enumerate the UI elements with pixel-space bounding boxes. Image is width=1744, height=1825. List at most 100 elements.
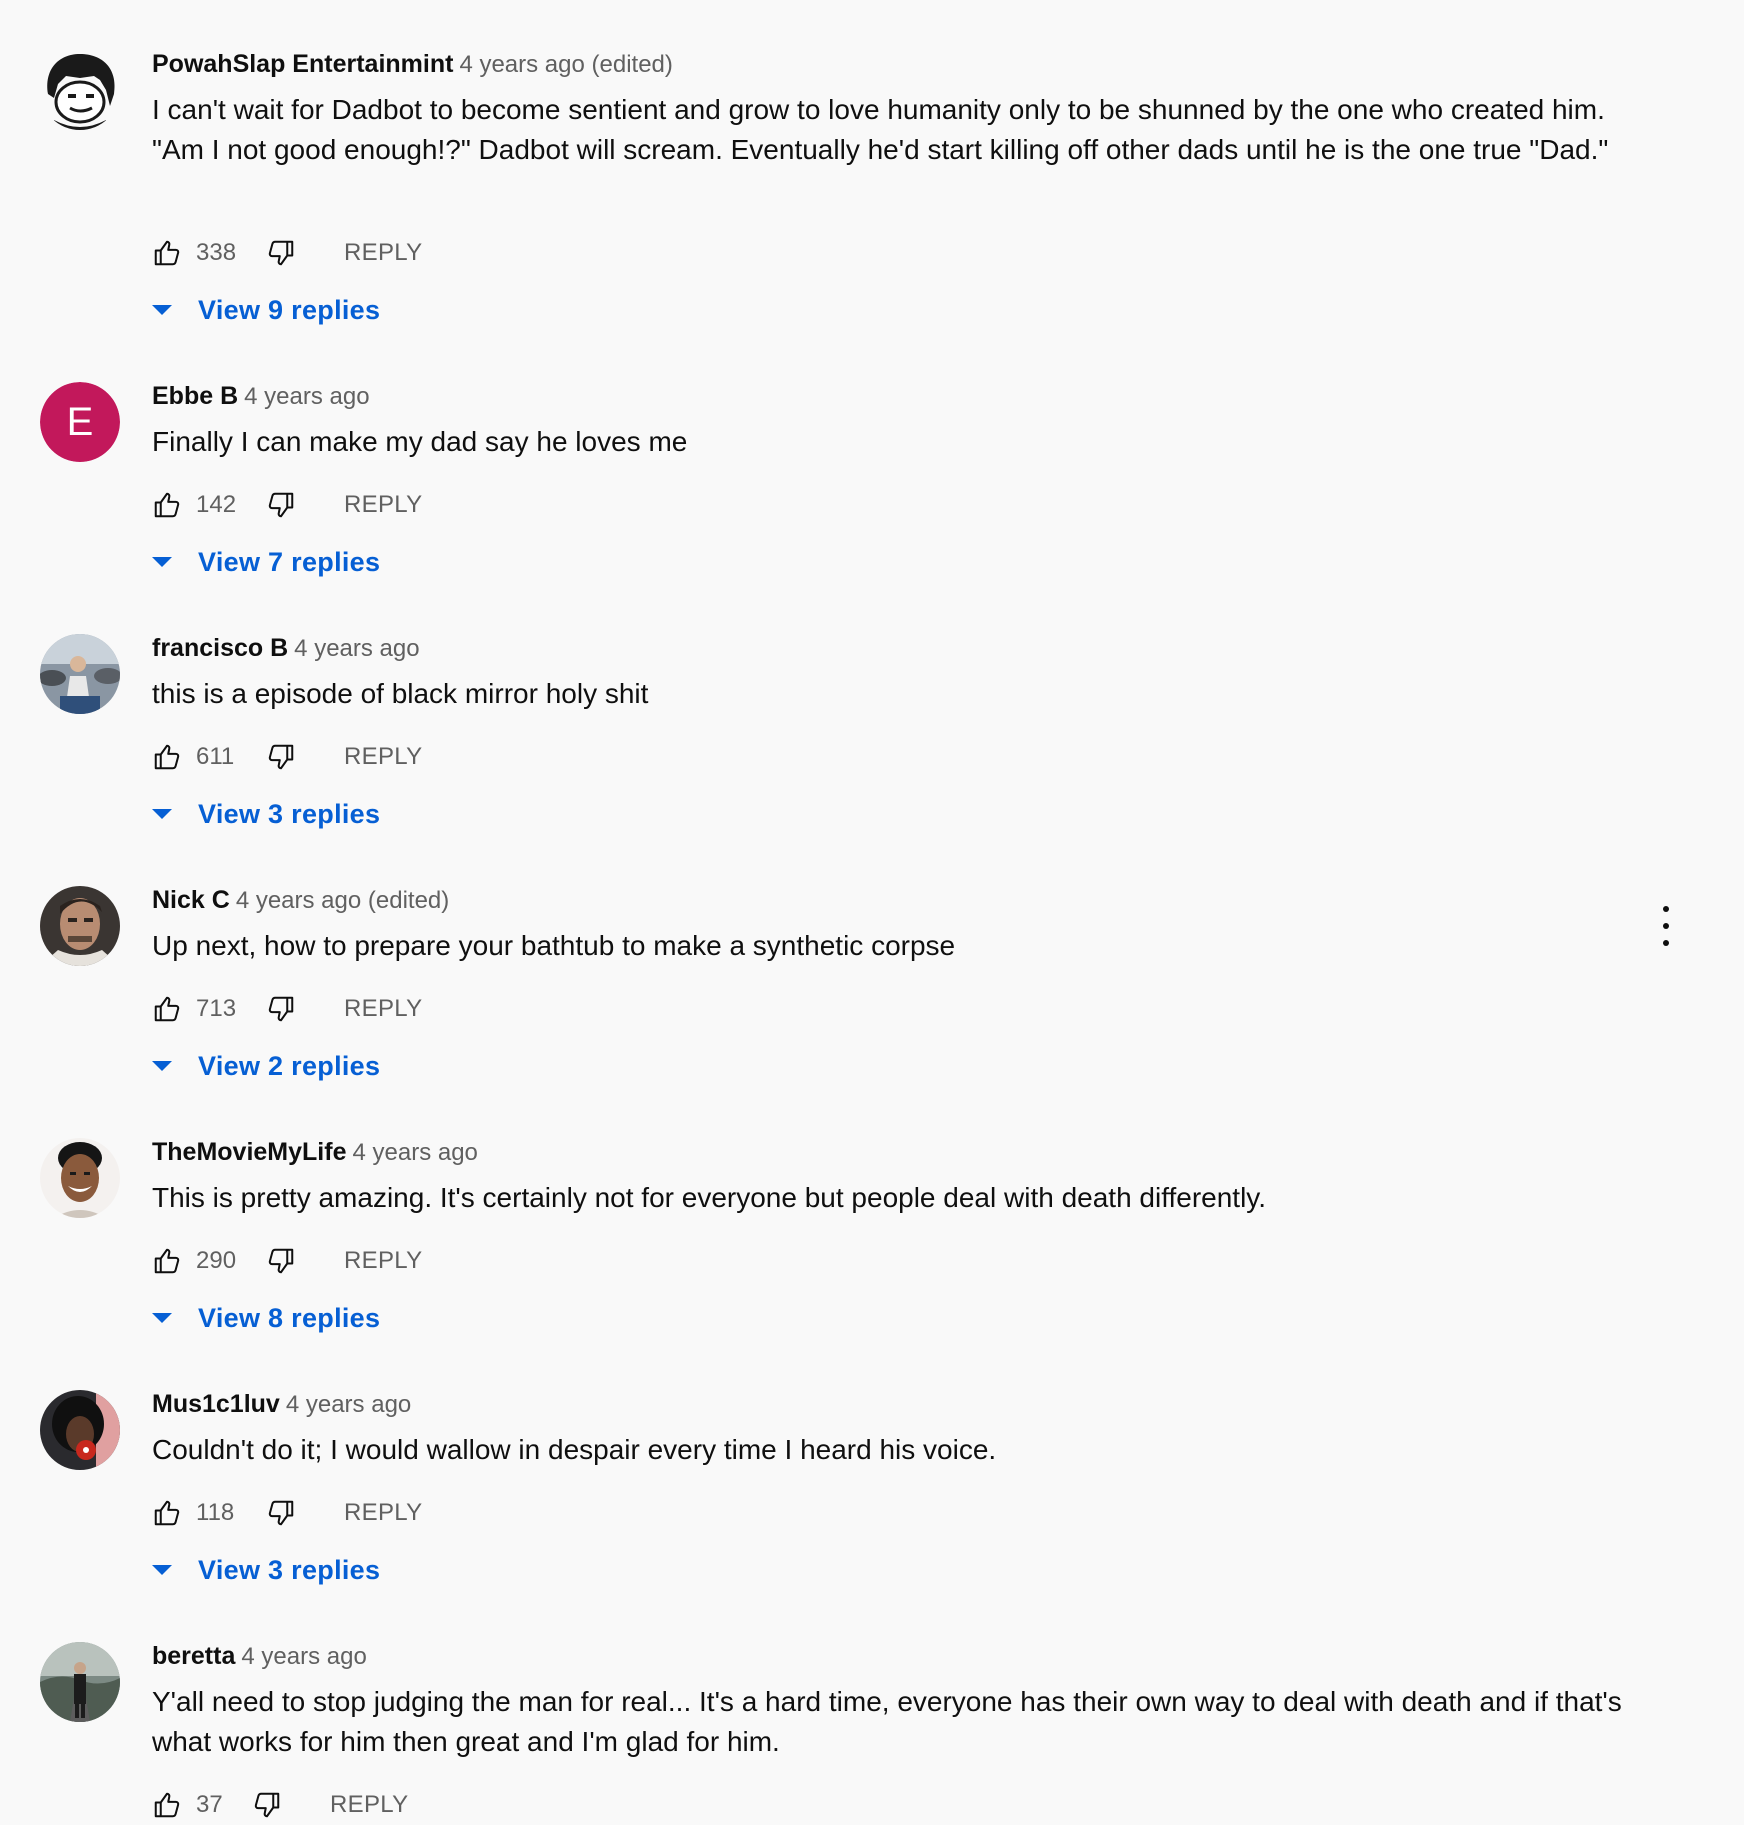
comment-timestamp[interactable]: 4 years ago [352,1139,477,1166]
more-actions-button[interactable] [1654,906,1678,946]
like-button[interactable]: 118 [152,1498,246,1528]
comment-text: I can't wait for Dadbot to become sentie… [152,94,1609,165]
reply-button[interactable]: REPLY [344,491,422,519]
photo-avatar-icon [40,1390,120,1470]
reply-button[interactable]: REPLY [344,1499,422,1527]
thumbs-down-icon [268,1500,294,1526]
dislike-button[interactable] [266,994,296,1024]
comment-author[interactable]: Nick C [152,886,230,914]
like-button[interactable]: 611 [152,742,246,772]
avatar[interactable] [40,50,120,130]
comment-actions: 37 REPLY [152,1785,408,1825]
comment-timestamp[interactable]: 4 years ago [241,1643,366,1670]
dislike-button[interactable] [266,490,296,520]
avatar[interactable] [40,634,120,714]
caret-down-icon [152,1313,172,1323]
reply-button[interactable]: REPLY [344,1247,422,1275]
comment-text: this is a episode of black mirror holy s… [152,678,649,709]
like-count: 142 [196,491,237,518]
comment-timestamp[interactable]: 4 years ago [286,1391,411,1418]
comment-author[interactable]: Ebbe B [152,382,238,410]
thumbs-up-icon [154,492,180,518]
view-replies-label: View 9 replies [198,294,381,325]
caret-down-icon [152,1565,172,1575]
like-count: 611 [196,743,235,770]
comment-author[interactable]: TheMovieMyLife [152,1138,346,1166]
comment-header: Mus1c1luv 4 years ago [152,1390,411,1418]
view-replies-button[interactable]: View 8 replies [152,1298,380,1338]
reply-button[interactable]: REPLY [330,1791,408,1819]
photo-avatar-icon [40,634,120,714]
cartoon-face-avatar-icon [40,50,120,130]
comment-author[interactable]: francisco B [152,634,288,662]
like-button[interactable]: 142 [152,490,246,520]
view-replies-label: View 7 replies [198,546,381,577]
dislike-button[interactable] [252,1790,282,1820]
view-replies-button[interactable]: View 7 replies [152,542,380,582]
comment-actions: 713 REPLY [152,989,422,1029]
like-button[interactable]: 338 [152,238,246,268]
avatar-letter: E [40,382,120,462]
comment-actions: 338 REPLY [152,233,422,273]
caret-down-icon [152,1061,172,1071]
caret-down-icon [152,809,172,819]
like-count: 290 [196,1247,237,1274]
reply-button[interactable]: REPLY [344,995,422,1023]
thumbs-down-icon [268,492,294,518]
like-count: 37 [196,1791,223,1818]
comment-actions: 118 REPLY [152,1493,422,1533]
view-replies-button[interactable]: View 2 replies [152,1046,380,1086]
avatar[interactable] [40,1138,120,1218]
like-button[interactable]: 713 [152,994,246,1024]
comment-text: This is pretty amazing. It's certainly n… [152,1182,1267,1213]
comment-header: Nick C4 years ago (edited) [152,886,449,914]
thumbs-up-icon [154,1248,180,1274]
comment-author[interactable]: PowahSlap Entertainmint [152,50,453,78]
caret-down-icon [152,557,172,567]
dislike-button[interactable] [266,1246,296,1276]
photo-avatar-icon [40,1642,120,1722]
avatar[interactable] [40,1390,120,1470]
comment-timestamp[interactable]: 4 years ago [244,383,369,410]
view-replies-label: View 3 replies [198,1554,381,1585]
dislike-button[interactable] [266,742,296,772]
comment-timestamp[interactable]: 4 years ago (edited) [459,51,672,78]
comment-timestamp[interactable]: 4 years ago (edited) [236,887,449,914]
reply-button[interactable]: REPLY [344,743,422,771]
view-replies-label: View 3 replies [198,798,381,829]
comment-header: PowahSlap Entertainmint 4 years ago (edit… [152,50,673,78]
comment-header: beretta 4 years ago [152,1642,367,1670]
view-replies-button[interactable]: View 9 replies [152,290,380,330]
like-button[interactable]: 290 [152,1246,246,1276]
comment-timestamp[interactable]: 4 years ago [294,635,419,662]
comment-header: Ebbe B4 years ago [152,382,370,410]
comment-actions: 142 REPLY [152,485,422,525]
thumbs-up-icon [154,996,180,1022]
comment-header: TheMovieMyLife 4 years ago [152,1138,478,1166]
comment-header: francisco B4 years ago [152,634,420,662]
photo-avatar-icon [40,886,120,966]
view-replies-button[interactable]: View 3 replies [152,794,380,834]
comment-author[interactable]: beretta [152,1642,235,1670]
thumbs-up-icon [154,744,180,770]
thumbs-down-icon [268,744,294,770]
avatar[interactable] [40,886,120,966]
dislike-button[interactable] [266,1498,296,1528]
comment-author[interactable]: Mus1c1luv [152,1390,280,1418]
thumbs-down-icon [254,1792,280,1818]
view-replies-button[interactable]: View 3 replies [152,1550,380,1590]
thumbs-up-icon [154,1792,180,1818]
reply-button[interactable]: REPLY [344,239,422,267]
avatar[interactable]: E [40,382,120,462]
like-count: 713 [196,995,237,1022]
thumbs-down-icon [268,240,294,266]
thumbs-down-icon [268,1248,294,1274]
avatar[interactable] [40,1642,120,1722]
like-count: 118 [196,1499,235,1526]
thumbs-up-icon [154,1500,180,1526]
dislike-button[interactable] [266,238,296,268]
photo-avatar-icon [40,1138,120,1218]
comment-text: Y'all need to stop judging the man for r… [152,1686,1622,1757]
like-button[interactable]: 37 [152,1790,232,1820]
comment-actions: 611 REPLY [152,737,422,777]
